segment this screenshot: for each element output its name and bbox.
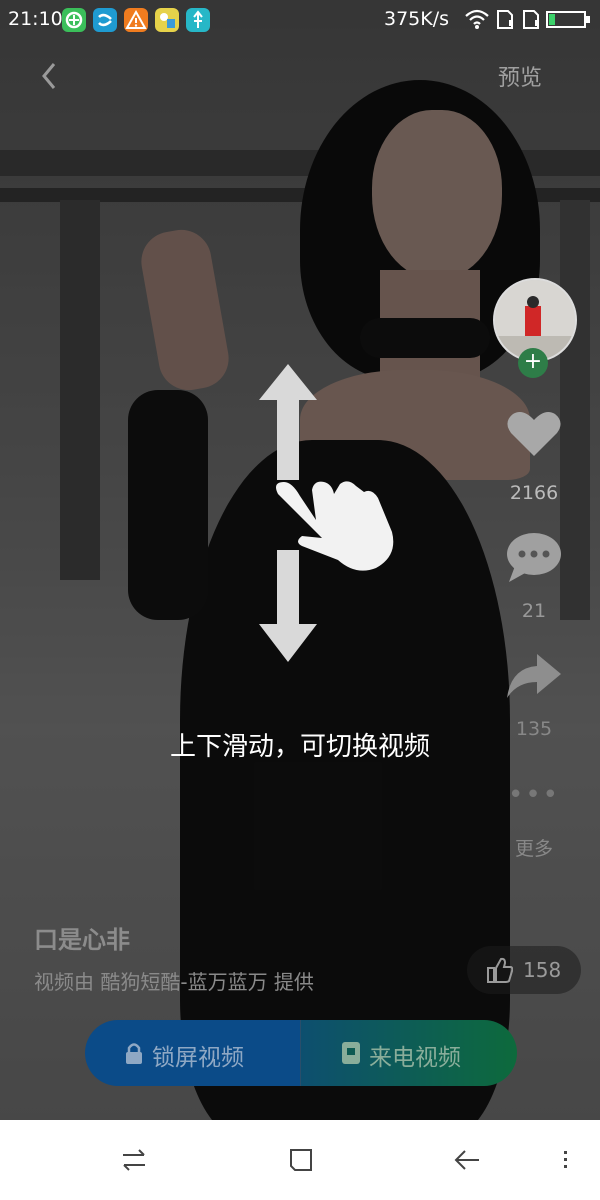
heart-icon[interactable]	[505, 408, 563, 464]
lock-screen-video-label: 锁屏视频	[152, 1045, 244, 1071]
back-arrow-icon[interactable]	[453, 1146, 481, 1178]
warning-app-icon	[124, 8, 148, 32]
swipe-hint-text: 上下滑动，可切换视频	[169, 732, 430, 762]
blue-app-icon	[93, 8, 117, 32]
follow-button[interactable]: +	[518, 348, 548, 378]
battery-icon	[546, 8, 592, 35]
share-icon[interactable]	[505, 650, 563, 706]
back-button[interactable]	[34, 56, 66, 96]
call-video-label: 来电视频	[369, 1045, 461, 1071]
green-app-icon	[62, 8, 86, 32]
menu-icon[interactable]	[560, 1146, 572, 1178]
switch-apps-icon[interactable]	[120, 1146, 148, 1178]
status-bar: 21:10 375K/s	[0, 0, 600, 40]
sim2-signal-icon	[520, 8, 542, 35]
wifi-icon	[464, 8, 490, 35]
sim1-signal-icon	[494, 8, 516, 35]
video-title: 口是心非	[34, 926, 130, 954]
network-speed: 375K/s	[384, 8, 450, 30]
navigation-bar	[0, 1120, 600, 1200]
weather-app-icon	[155, 8, 179, 32]
more-label[interactable]: 更多	[499, 834, 569, 861]
thumbs-up-icon	[485, 956, 514, 989]
comment-icon[interactable]	[505, 530, 563, 590]
home-icon[interactable]	[287, 1146, 315, 1178]
set-video-action-bar: 锁屏视频 来电视频	[85, 1020, 517, 1086]
screen: 21:10 375K/s 预览 + 2166 21 135 ••• 更多 上下滑…	[0, 0, 600, 1200]
lock-screen-video-button[interactable]: 锁屏视频	[85, 1020, 300, 1086]
preview-label[interactable]: 预览	[498, 60, 542, 92]
like-pill-count: 158	[523, 958, 562, 982]
status-time: 21:10	[8, 8, 63, 30]
comment-count: 21	[521, 600, 547, 622]
more-dots-icon[interactable]: •••	[508, 780, 560, 810]
call-video-button[interactable]: 来电视频	[301, 1020, 517, 1086]
like-count: 2166	[509, 482, 559, 504]
like-pill-button[interactable]: 158	[467, 946, 581, 994]
phone-video-icon	[341, 1041, 361, 1071]
swipe-hand-icon	[272, 476, 402, 580]
lock-icon	[123, 1041, 145, 1071]
usb-app-icon	[186, 8, 210, 32]
video-provider[interactable]: 视频由 酷狗短酷-蓝万蓝万 提供	[34, 966, 314, 995]
chevron-left-icon	[42, 63, 56, 89]
